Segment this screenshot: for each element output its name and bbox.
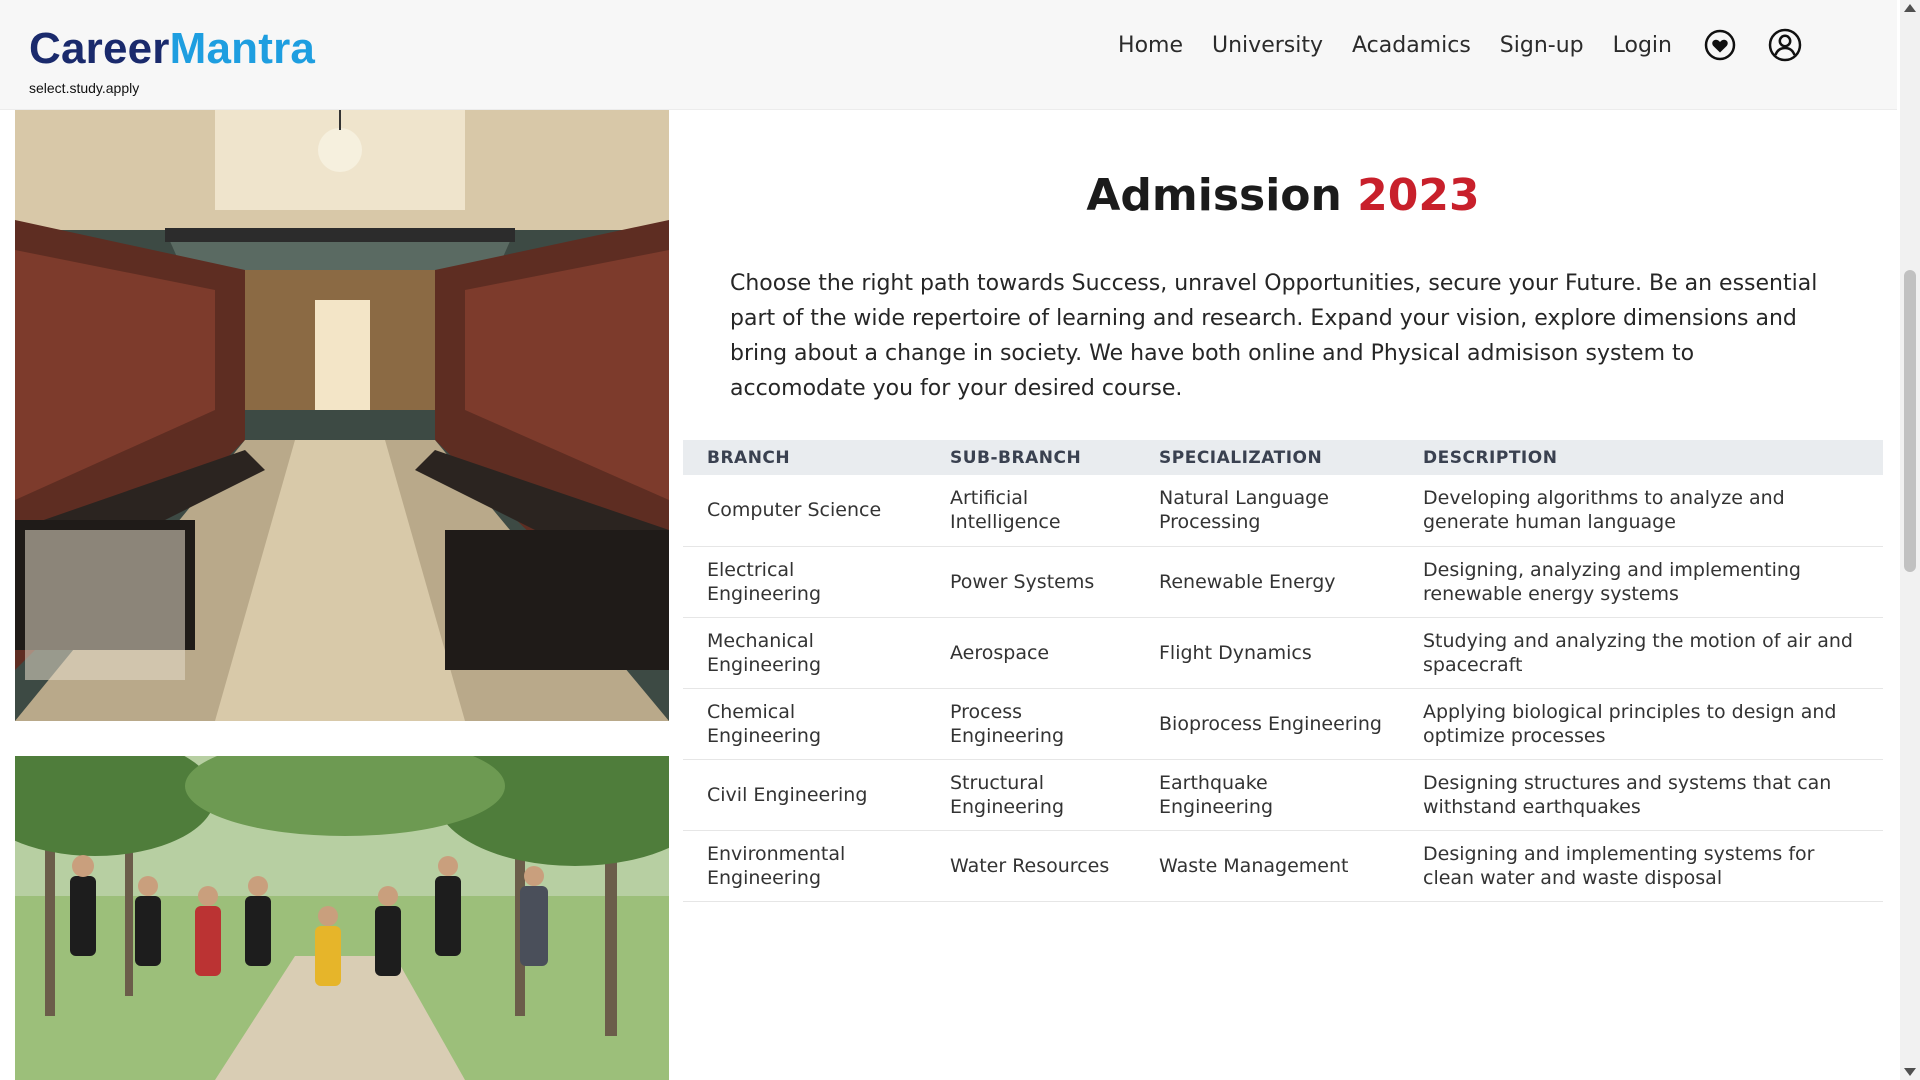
- brand-name-career: Career: [29, 24, 170, 73]
- nav-login-link[interactable]: Login: [1613, 33, 1672, 58]
- cell-specialization: Waste Management: [1135, 830, 1399, 902]
- cell-branch: Mechanical Engineering: [683, 617, 926, 689]
- cell-sub-branch: Water Resources: [926, 830, 1135, 902]
- cell-specialization: Flight Dynamics: [1135, 617, 1399, 689]
- cell-branch: Computer Science: [683, 475, 926, 547]
- cell-sub-branch: Aerospace: [926, 617, 1135, 689]
- brand-logo[interactable]: CareerMantra: [29, 24, 315, 74]
- table-row: Environmental Engineering Water Resource…: [683, 830, 1883, 902]
- cell-branch: Civil Engineering: [683, 759, 926, 831]
- admission-title-text: Admission: [1086, 170, 1342, 221]
- cell-sub-branch: Process Engineering: [926, 688, 1135, 760]
- cell-description: Applying biological principles to design…: [1399, 688, 1883, 760]
- scroll-down-arrow-icon[interactable]: [1904, 1068, 1916, 1076]
- table-row: Mechanical Engineering Aerospace Flight …: [683, 617, 1883, 689]
- column-header-description: DESCRIPTION: [1423, 447, 1558, 468]
- table-row: Electrical Engineering Power Systems Ren…: [683, 546, 1883, 618]
- user-account-icon[interactable]: [1768, 28, 1802, 62]
- students-jumping-photo: [15, 756, 669, 1080]
- column-header-specialization: SPECIALIZATION: [1159, 447, 1323, 468]
- cell-sub-branch: Artificial Intelligence: [926, 475, 1135, 547]
- brand-tagline: select.study.apply: [29, 80, 140, 96]
- cell-description: Designing structures and systems that ca…: [1399, 759, 1883, 831]
- main-nav: Home University Acadamics Sign-up Login: [1118, 26, 1802, 64]
- cell-branch: Environmental Engineering: [683, 830, 926, 902]
- cell-specialization: Bioprocess Engineering: [1135, 688, 1399, 760]
- brand-name-mantra: Mantra: [169, 24, 316, 73]
- site-header: CareerMantra select.study.apply Home Uni…: [0, 0, 1897, 110]
- courses-table-container: BRANCH SUB-BRANCH SPECIALIZATION DESCRIP…: [683, 440, 1883, 902]
- admission-heading: Admission 2023: [683, 170, 1883, 221]
- column-header-branch: BRANCH: [707, 447, 791, 468]
- nav-academics-link[interactable]: Acadamics: [1352, 33, 1471, 58]
- page-scrollbar[interactable]: [1900, 0, 1920, 1080]
- cell-specialization: Renewable Energy: [1135, 546, 1399, 618]
- admission-year: 2023: [1357, 170, 1480, 221]
- cell-description: Developing algorithms to analyze and gen…: [1399, 475, 1883, 547]
- column-header-sub-branch: SUB-BRANCH: [950, 447, 1082, 468]
- table-header-row: BRANCH SUB-BRANCH SPECIALIZATION DESCRIP…: [683, 440, 1883, 475]
- admission-intro-text: Choose the right path towards Success, u…: [730, 271, 1818, 401]
- table-row: Civil Engineering Structural Engineering…: [683, 759, 1883, 831]
- cell-description: Designing, analyzing and implementing re…: [1399, 546, 1883, 618]
- table-row: Chemical Engineering Process Engineering…: [683, 688, 1883, 760]
- cell-sub-branch: Structural Engineering: [926, 759, 1135, 831]
- cell-description: Designing and implementing systems for c…: [1399, 830, 1883, 902]
- scroll-up-arrow-icon[interactable]: [1904, 4, 1916, 12]
- nav-home-link[interactable]: Home: [1118, 33, 1183, 58]
- heart-icon[interactable]: [1703, 28, 1737, 62]
- cell-specialization: Earthquake Engineering: [1135, 759, 1399, 831]
- table-row: Computer Science Artificial Intelligence…: [683, 475, 1883, 547]
- nav-signup-link[interactable]: Sign-up: [1500, 33, 1584, 58]
- courses-table: BRANCH SUB-BRANCH SPECIALIZATION DESCRIP…: [683, 440, 1883, 902]
- cell-branch: Chemical Engineering: [683, 688, 926, 760]
- library-photo: [15, 110, 669, 721]
- scrollbar-thumb[interactable]: [1904, 270, 1916, 572]
- cell-branch: Electrical Engineering: [683, 546, 926, 618]
- nav-university-link[interactable]: University: [1212, 33, 1323, 58]
- cell-sub-branch: Power Systems: [926, 546, 1135, 618]
- cell-specialization: Natural Language Processing: [1135, 475, 1399, 547]
- cell-description: Studying and analyzing the motion of air…: [1399, 617, 1883, 689]
